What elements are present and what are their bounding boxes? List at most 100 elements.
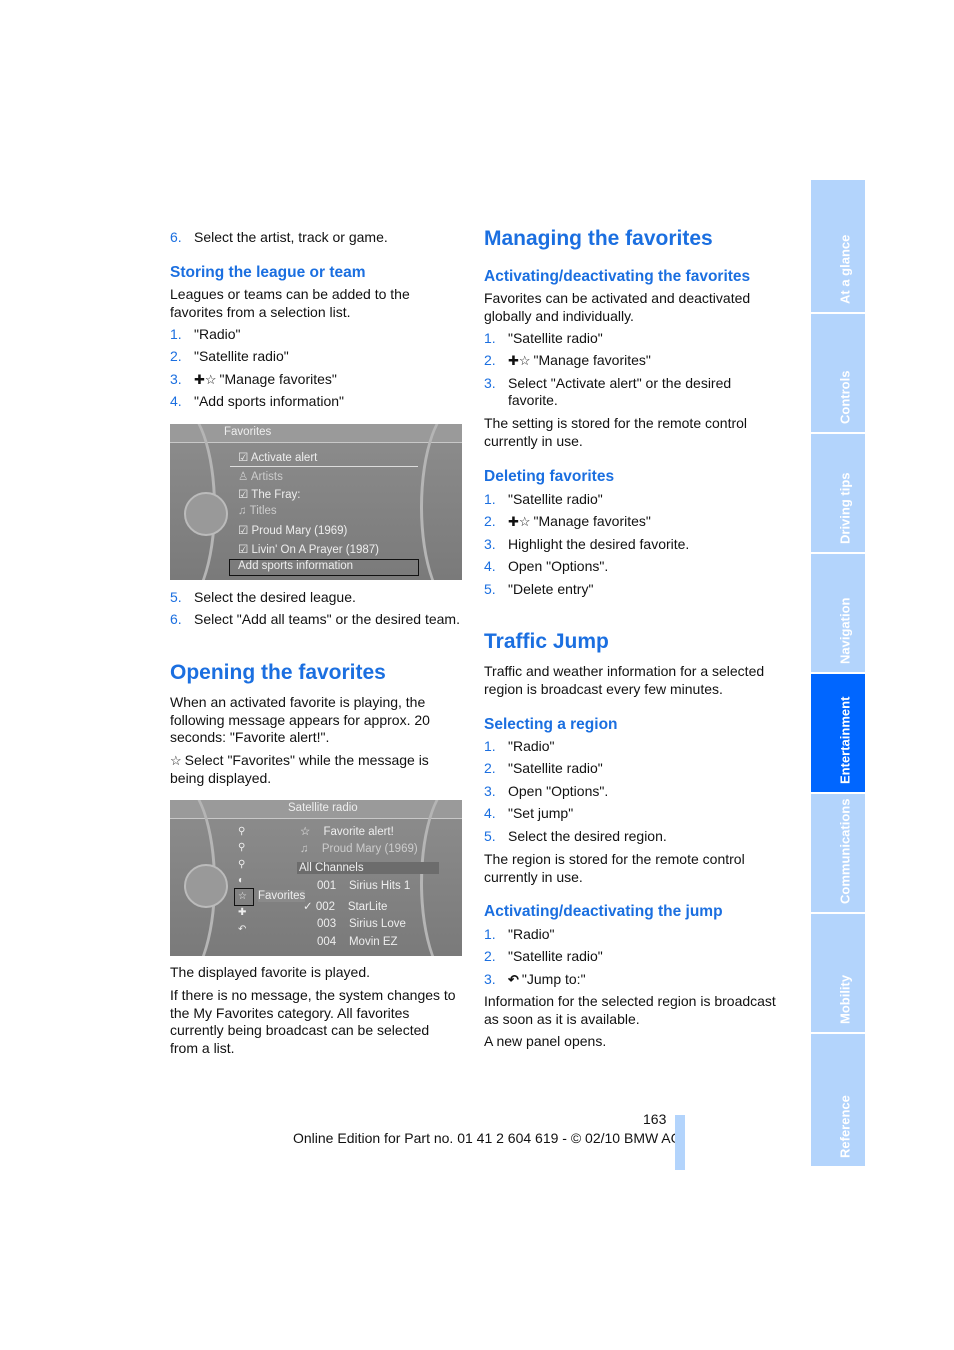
section-heading: Opening the favorites — [170, 661, 386, 684]
paragraph: Favorites can be activated and deactivat… — [484, 290, 751, 324]
step-list: 1. "Radio" 2. "Satellite radio" 3. Open "Op… — [484, 738, 776, 850]
list-item: 1. "Radio" — [170, 326, 462, 344]
paragraph: The displayed favorite is played. — [170, 964, 370, 980]
step-text: "Jump to:" — [521, 970, 586, 987]
paragraph: Leagues or teams can be added to the fav… — [170, 286, 410, 320]
tab-navigation[interactable]: Navigation — [811, 554, 865, 672]
step-list: 6. Select the artist, track or game. — [170, 229, 462, 251]
step-text: "Set jump" — [508, 805, 574, 822]
step-text: Select "Add all teams" or the desired te… — [194, 611, 460, 628]
paragraph: The region is stored for the remote cont… — [484, 851, 745, 885]
row-label: Proud Mary (1969) — [251, 525, 348, 537]
row-label: Artists — [250, 471, 283, 483]
tab-driving-tips[interactable]: Driving tips — [811, 434, 865, 552]
step-text: Select "Activate alert" or the desired f… — [508, 374, 732, 409]
jump-icon: ↶ — [508, 971, 519, 987]
list-item: 2. ✚☆ "Manage favorites" — [484, 513, 776, 531]
tab-label: Communications — [837, 798, 853, 904]
channel-name: Sirius Love — [348, 918, 406, 930]
favorites-screen-image: Favorites ☑ Activate alert ♙ Artists ☑ T… — [170, 424, 462, 580]
list-item: 1. "Satellite radio" — [484, 491, 776, 509]
step-number: 4. — [170, 393, 182, 410]
step-number: 2. — [484, 352, 496, 369]
subsection-heading: Activating/deactivating the favorites — [484, 268, 751, 285]
step-text: "Radio" — [508, 738, 555, 754]
manage-favorites-icon: ✚☆ — [508, 353, 531, 369]
manage-favorites-icon: ✚☆ — [508, 514, 531, 530]
step-number: 4. — [484, 558, 496, 575]
tab-entertainment[interactable]: Entertainment — [811, 674, 865, 792]
menu-row: ☑ Livin' On A Prayer (1987) — [238, 544, 379, 556]
channel-row: ✓ 002 StarLite — [303, 901, 388, 913]
step-text: Highlight the desired favorite. — [508, 535, 690, 552]
step-number: 3. — [484, 535, 496, 552]
subsection-heading: Deleting favorites — [484, 468, 615, 485]
list-item: 3. ↶ "Jump to:" — [484, 971, 776, 989]
step-number: 2. — [170, 348, 182, 365]
step-number: 1. — [484, 926, 496, 942]
list-item: 2. "Satellite radio" — [170, 348, 462, 366]
list-item: 3. Highlight the desired favorite. — [484, 536, 776, 554]
step-text: "Add sports information" — [194, 393, 345, 410]
list-item: 2. ✚☆ "Manage favorites" — [484, 352, 776, 370]
list-item: 3. Open "Options". — [484, 783, 776, 801]
tab-controls[interactable]: Controls — [811, 314, 865, 432]
icon-column: ⚲ ⚲ ⚲ ◐ ☆ ✚ ↶ — [238, 826, 247, 935]
tab-mobility[interactable]: Mobility — [811, 914, 865, 1032]
step-number: 3. — [484, 970, 496, 987]
channel-number: 004 — [317, 936, 337, 948]
channel-row: 001 Sirius Hits 1 — [317, 880, 410, 892]
tab-reference[interactable]: Reference — [811, 1034, 865, 1166]
favorites-menu-highlight — [234, 888, 254, 906]
step-number: 1. — [484, 491, 496, 507]
step-text: "Satellite radio" — [508, 491, 603, 507]
step-number: 2. — [484, 513, 496, 530]
section-heading: Traffic Jump — [484, 630, 609, 653]
list-item: 6. Select the artist, track or game. — [170, 229, 462, 247]
channel-number: 001 — [317, 880, 337, 892]
step-text: "Satellite radio" — [194, 348, 289, 365]
screen-title: Satellite radio — [288, 802, 358, 814]
step-text: Select the artist, track or game. — [194, 229, 388, 245]
channel-number: 002 — [315, 901, 336, 913]
section-heading: Storing the league or team — [170, 264, 366, 281]
list-item: 4. "Add sports information" — [170, 393, 462, 411]
subsection-heading: Activating/deactivating the jump — [484, 903, 723, 920]
step-text: Open "Options". — [508, 558, 609, 575]
paragraph: A new panel opens. — [484, 1033, 607, 1049]
page-number: 163 — [643, 1111, 667, 1127]
step-number: 1. — [484, 738, 496, 754]
step-number: 2. — [484, 760, 496, 777]
tab-label: At a glance — [837, 234, 853, 304]
list-item: 2. "Satellite radio" — [484, 948, 776, 966]
paragraph: When an activated favorite is playing, t… — [170, 694, 430, 746]
edition-note: Online Edition for Part no. 01 41 2 604 … — [293, 1130, 682, 1146]
subsection-heading: Selecting a region — [484, 716, 618, 733]
tab-at-a-glance[interactable]: At a glance — [811, 180, 865, 312]
step-text: Select the desired region. — [508, 827, 667, 844]
step-number: 3. — [170, 370, 182, 387]
tab-label: Navigation — [837, 597, 853, 664]
step-text: "Radio" — [194, 326, 241, 342]
list-item: 3. Select "Activate alert" or the desired… — [484, 375, 776, 410]
step-number: 3. — [484, 782, 496, 799]
section-heading: Managing the favorites — [484, 227, 713, 250]
channel-name: StarLite — [347, 901, 388, 913]
step-list: 1. "Satellite radio" 2. ✚☆ "Manage favorite… — [484, 491, 776, 603]
list-item: 2. "Satellite radio" — [484, 760, 776, 778]
menu-row: ☑ Proud Mary (1969) — [238, 525, 348, 537]
menu-row: ☑ Activate alert — [238, 452, 318, 464]
step-number: 1. — [484, 330, 496, 346]
step-text: "Manage favorites" — [533, 513, 651, 530]
step-number: 4. — [484, 805, 496, 822]
paragraph: If there is no message, the system chang… — [170, 987, 456, 1056]
screen-title-bar: Satellite radio — [170, 800, 462, 819]
manual-page: 6. Select the artist, track or game. Stor… — [0, 0, 954, 1350]
controller-arc — [420, 800, 462, 956]
tab-communications[interactable]: Communications — [811, 794, 865, 912]
list-item: 5. Select the desired league. — [170, 589, 462, 607]
paragraph: Information for the selected region is b… — [484, 993, 776, 1027]
satellite-radio-screen-image: Satellite radio ⚲ ⚲ ⚲ ◐ ☆ ✚ ↶ Favorites ☆ Favo… — [170, 800, 462, 956]
paragraph: The setting is stored for the remote con… — [484, 415, 748, 449]
favorites-star-icon: ☆ — [170, 753, 182, 768]
